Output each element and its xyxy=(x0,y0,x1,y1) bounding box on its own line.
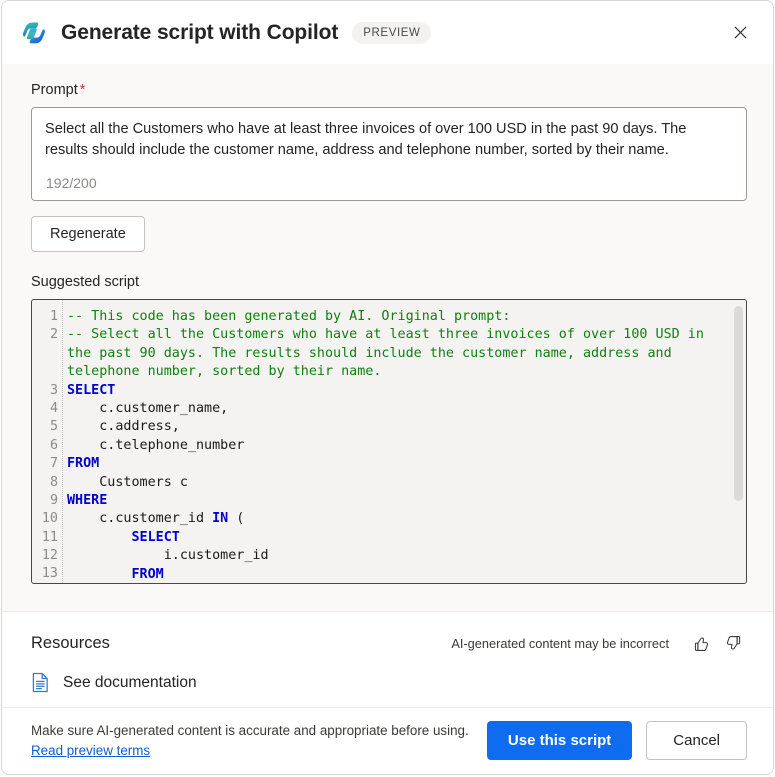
code-keyword: WHERE xyxy=(67,493,108,509)
close-icon xyxy=(733,26,747,39)
code-line: SELECT xyxy=(67,529,746,547)
line-number xyxy=(32,345,62,363)
preview-badge: PREVIEW xyxy=(352,21,431,44)
code-comment: -- Select all the Customers who have at … xyxy=(67,327,704,343)
thumbs-down-button[interactable] xyxy=(719,629,747,657)
character-counter: 192/200 xyxy=(46,175,97,191)
suggested-script-label: Suggested script xyxy=(31,274,140,290)
code-content[interactable]: -- This code has been generated by AI. O… xyxy=(63,300,746,583)
code-line: Customers c xyxy=(67,474,746,492)
code-line: WHERE xyxy=(67,492,746,510)
code-line: c.customer_name, xyxy=(67,400,746,418)
code-text: c.customer_id xyxy=(67,511,213,527)
code-text: c.customer_name, xyxy=(67,401,229,417)
prompt-label: Prompt * xyxy=(31,82,747,98)
resources-header: Resources AI-generated content may be in… xyxy=(31,629,747,657)
code-text: ( xyxy=(228,511,245,527)
code-line: c.customer_id IN ( xyxy=(67,510,746,528)
code-comment: telephone number, sorted by their name. xyxy=(67,364,382,380)
ai-content-notice: AI-generated content may be incorrect xyxy=(451,635,669,651)
line-number: 8 xyxy=(49,474,58,490)
code-comment: -- This code has been generated by AI. O… xyxy=(67,309,511,324)
code-comment: the past 90 days. The results should inc… xyxy=(67,345,672,361)
line-number: 6 xyxy=(49,437,58,453)
line-number: 1 xyxy=(49,309,58,324)
prompt-value: Select all the Customers who have at lea… xyxy=(45,121,687,158)
documentation-link-row[interactable]: See documentation xyxy=(31,672,747,693)
thumbs-down-icon xyxy=(726,635,740,650)
scrollbar-thumb[interactable] xyxy=(734,306,743,501)
see-documentation-link[interactable]: See documentation xyxy=(63,674,197,692)
line-number: 11 xyxy=(41,529,58,545)
code-editor-scrollbar[interactable] xyxy=(734,302,743,581)
dialog-title: Generate script with Copilot xyxy=(61,20,339,44)
read-preview-terms-link[interactable]: Read preview terms xyxy=(31,741,150,760)
required-indicator: * xyxy=(79,82,86,98)
dialog-body: Prompt * Select all the Customers who hav… xyxy=(2,64,773,611)
code-text: c.address, xyxy=(67,419,180,435)
prompt-label-text: Prompt xyxy=(31,82,78,98)
code-line: FROM xyxy=(67,566,746,583)
document-icon xyxy=(32,672,48,693)
code-line: c.address, xyxy=(67,418,746,436)
line-number: 7 xyxy=(49,456,58,472)
line-number xyxy=(32,363,62,381)
code-line: SELECT xyxy=(67,382,746,400)
code-text: i.customer_id xyxy=(67,548,269,564)
close-button[interactable] xyxy=(723,16,757,50)
dialog-footer: Make sure AI-generated content is accura… xyxy=(2,707,773,774)
line-number: 12 xyxy=(41,548,58,564)
line-number: 9 xyxy=(49,492,58,508)
resources-title: Resources xyxy=(31,633,110,652)
line-number: 13 xyxy=(41,566,58,582)
line-number: 3 xyxy=(49,382,58,398)
line-number-gutter: 1234567891011121314 xyxy=(32,300,63,583)
footer-disclaimer: Make sure AI-generated content is accura… xyxy=(31,721,469,760)
dialog-header: Generate script with Copilot PREVIEW xyxy=(2,1,773,64)
thumbs-up-button[interactable] xyxy=(687,629,715,657)
code-keyword: SELECT xyxy=(131,529,180,545)
code-line: the past 90 days. The results should inc… xyxy=(67,345,746,363)
code-keyword: IN xyxy=(212,511,229,527)
code-keyword: FROM xyxy=(67,456,100,472)
code-line: i.customer_id xyxy=(67,547,746,565)
line-number: 2 xyxy=(49,327,58,343)
code-text: c.telephone_number xyxy=(67,437,245,453)
regenerate-button[interactable]: Regenerate xyxy=(31,216,145,252)
line-number: 10 xyxy=(41,511,58,527)
line-number: 4 xyxy=(49,400,58,416)
resources-section: Resources AI-generated content may be in… xyxy=(2,611,773,707)
code-line: -- Select all the Customers who have at … xyxy=(67,326,746,344)
code-line: FROM xyxy=(67,455,746,473)
use-this-script-button[interactable]: Use this script xyxy=(486,721,633,760)
thumbs-up-icon xyxy=(694,636,708,651)
code-keyword: FROM xyxy=(131,566,164,582)
code-text: Customers c xyxy=(67,474,188,490)
cancel-button[interactable]: Cancel xyxy=(646,721,747,760)
copilot-icon xyxy=(23,22,45,43)
code-line: telephone number, sorted by their name. xyxy=(67,363,746,381)
generate-script-dialog: Generate script with Copilot PREVIEW Pro… xyxy=(1,0,774,775)
code-editor[interactable]: 1234567891011121314 -- This code has bee… xyxy=(31,299,747,584)
prompt-input[interactable]: Select all the Customers who have at lea… xyxy=(31,107,747,201)
code-keyword: SELECT xyxy=(67,382,116,398)
footer-disclaimer-text: Make sure AI-generated content is accura… xyxy=(31,723,469,739)
code-line: -- This code has been generated by AI. O… xyxy=(67,308,746,326)
line-number: 5 xyxy=(49,419,58,435)
code-line: c.telephone_number xyxy=(67,437,746,455)
